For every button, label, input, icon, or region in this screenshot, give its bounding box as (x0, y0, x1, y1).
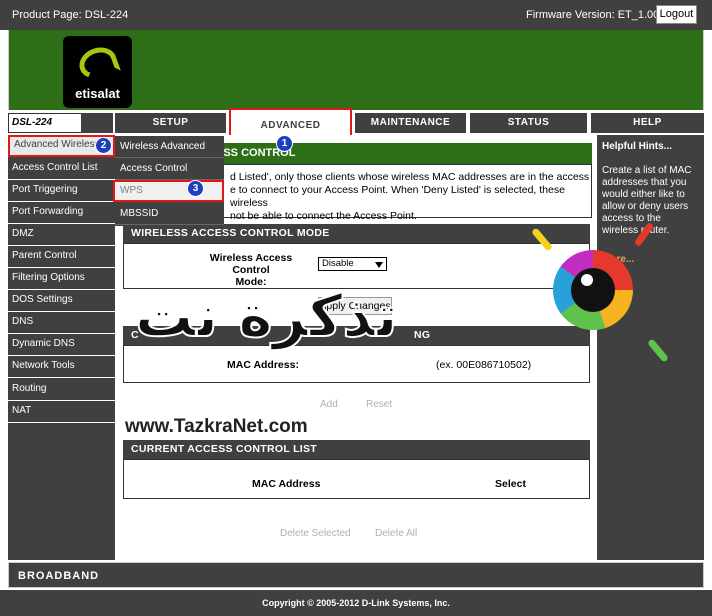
mac-address-label: MAC Address: (227, 359, 299, 371)
step-badge-1: 1 (276, 135, 293, 152)
delete-selected-button[interactable]: Delete Selected (280, 528, 351, 539)
add-button[interactable]: Add (320, 399, 338, 410)
sidebar: Advanced Wireless Access Control List Po… (8, 135, 115, 560)
column-header-select: Select (495, 478, 526, 490)
submenu-item-mbssid[interactable]: MBSSID (115, 203, 224, 225)
mode-select-value: Disable (322, 258, 354, 269)
hints-title: Helpful Hints... (602, 141, 672, 152)
logo-text: etisalat (75, 86, 120, 101)
tab-maintenance[interactable]: MAINTENANCE (355, 113, 466, 133)
sidebar-item-routing[interactable]: Routing (8, 379, 115, 401)
intro-line-3: not be able to connect the Access Point. (230, 210, 417, 222)
model-label-decoration (81, 113, 113, 133)
watermark-arabic-text: تذكرة نت (134, 281, 401, 351)
intro-line-2: e to connect to your Access Point. When … (230, 184, 565, 209)
submenu-item-wps[interactable]: WPS (113, 180, 224, 202)
copyright-text: Copyright © 2005-2012 D-Link Systems, In… (0, 590, 712, 616)
step-badge-3: 3 (187, 180, 204, 197)
list-section-header: CURRENT ACCESS CONTROL LIST (123, 440, 590, 459)
firmware-version-label: Firmware Version: ET_1.00 (526, 9, 660, 21)
sidebar-item-dos-settings[interactable]: DOS Settings (8, 290, 115, 312)
sidebar-item-port-forwarding[interactable]: Port Forwarding (8, 202, 115, 224)
submenu-item-wireless-advanced[interactable]: Wireless Advanced (115, 136, 224, 158)
step-badge-2: 2 (95, 137, 112, 154)
mac-example-text: (ex. 00E086710502) (436, 359, 532, 371)
tab-status[interactable]: STATUS (470, 113, 587, 133)
sidebar-item-port-triggering[interactable]: Port Triggering (8, 180, 115, 202)
delete-all-button[interactable]: Delete All (375, 528, 417, 539)
watermark-eye-shine (581, 274, 593, 286)
sidebar-item-dmz[interactable]: DMZ (8, 224, 115, 246)
etisalat-logo-icon (75, 42, 121, 84)
mode-label-line-1: Wireless Access Control (209, 252, 293, 276)
watermark-url-text: www.TazkraNet.com (125, 416, 308, 437)
etisalat-logo: etisalat (63, 36, 132, 108)
footer-brand: BROADBAND (18, 570, 100, 582)
sidebar-item-dns[interactable]: DNS (8, 312, 115, 334)
tab-help[interactable]: HELP (591, 113, 704, 133)
sidebar-item-access-control-list[interactable]: Access Control List (8, 158, 115, 180)
sidebar-item-dynamic-dns[interactable]: Dynamic DNS (8, 334, 115, 356)
intro-line-1: d Listed', only those clients whose wire… (230, 171, 590, 183)
column-header-mac: MAC Address (252, 478, 321, 490)
mode-select[interactable]: Disable (318, 257, 387, 271)
product-page-label: Product Page: DSL-224 (12, 9, 129, 21)
watermark-eye-icon (553, 250, 633, 330)
logout-button[interactable]: Logout (656, 5, 697, 24)
footer-bar: BROADBAND (8, 562, 704, 588)
top-bar: Product Page: DSL-224 Firmware Version: … (0, 0, 712, 30)
submenu-item-access-control[interactable]: Access Control (115, 158, 224, 180)
tab-advanced[interactable]: ADVANCED (229, 108, 352, 138)
sidebar-item-network-tools[interactable]: Network Tools (8, 356, 115, 378)
tab-setup[interactable]: SETUP (115, 113, 226, 133)
model-label: DSL-224 (8, 113, 113, 133)
sidebar-item-parent-control[interactable]: Parent Control (8, 246, 115, 268)
add-section-header-suffix: NG (414, 329, 431, 341)
mode-section-header: WIRELESS ACCESS CONTROL MODE (123, 224, 590, 243)
sidebar-item-filtering-options[interactable]: Filtering Options (8, 268, 115, 290)
model-name: DSL-224 (12, 117, 53, 128)
sidebar-item-nat[interactable]: NAT (8, 401, 115, 423)
reset-button[interactable]: Reset (366, 399, 392, 410)
watermark-eye-pupil (571, 268, 615, 312)
chevron-down-icon (375, 262, 383, 268)
